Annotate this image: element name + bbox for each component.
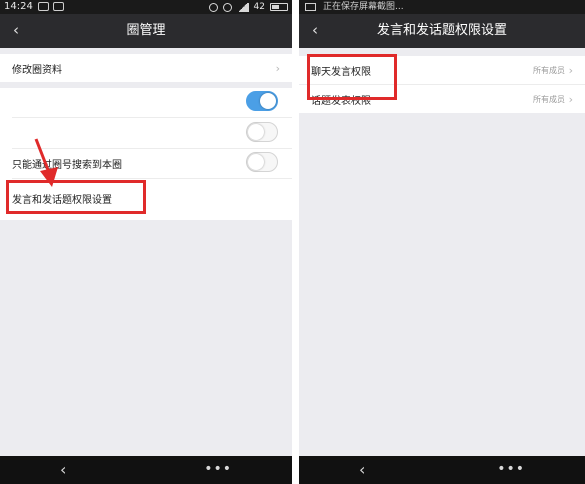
wifi-icon — [222, 2, 232, 12]
row-value: 所有成员 — [533, 94, 565, 104]
battery-level: 42 — [253, 2, 265, 12]
chevron-right-icon: › — [568, 63, 573, 77]
signal-icon — [236, 2, 249, 12]
toggle-knob — [260, 93, 276, 109]
toggle-switch-3[interactable] — [246, 152, 278, 172]
row-label: 话题发表权限 — [311, 95, 371, 107]
title-bar: ‹ 发言和发话题权限设置 — [299, 14, 585, 48]
nav-bar: ‹ ••• — [299, 456, 585, 484]
status-right: 42 — [208, 0, 288, 14]
page-title: 圈管理 — [126, 23, 166, 38]
chevron-right-icon: › — [568, 92, 573, 106]
status-time: 14:24 — [4, 1, 33, 12]
status-bar: 14:24 42 — [0, 0, 292, 14]
edit-circle-profile-row[interactable]: 修改圈资料 › — [0, 54, 292, 82]
more-dots-icon[interactable]: ••• — [497, 460, 525, 478]
topic-post-permission-row[interactable]: 话题发表权限 所有成员 › — [299, 85, 585, 113]
nav-back-icon[interactable]: ‹ — [359, 461, 365, 479]
toggle-knob — [248, 154, 264, 170]
chat-speech-permission-row[interactable]: 聊天发言权限 所有成员 › — [299, 56, 585, 84]
status-notice: 正在保存屏幕截图... — [323, 2, 404, 12]
alarm-icon — [208, 2, 218, 12]
divider — [12, 117, 292, 118]
nav-bar: ‹ ••• — [0, 456, 292, 484]
image-icon — [53, 2, 64, 11]
left-screen: 14:24 42 ‹ 圈管理 修改圈资料 › 只能通过圈号搜索到本圈 发言和发话… — [0, 0, 292, 484]
battery-icon — [270, 3, 288, 11]
toggle-knob — [248, 124, 264, 140]
loop-icon — [38, 2, 49, 11]
notification-icons — [38, 2, 64, 11]
right-screen: 正在保存屏幕截图... ‹ 发言和发话题权限设置 聊天发言权限 所有成员 › 话… — [299, 0, 585, 484]
pointer-arrow-icon — [34, 138, 58, 187]
nav-back-icon[interactable]: ‹ — [60, 461, 66, 479]
screenshot-icon — [305, 3, 316, 11]
page-title: 发言和发话题权限设置 — [376, 23, 507, 38]
row-label: 只能通过圈号搜索到本圈 — [12, 159, 122, 171]
row-label: 发言和发话题权限设置 — [12, 194, 112, 206]
more-dots-icon[interactable]: ••• — [204, 460, 232, 478]
toggle-switch-2[interactable] — [246, 122, 278, 142]
chevron-right-icon: › — [275, 61, 280, 75]
status-bar: 正在保存屏幕截图... — [299, 0, 585, 14]
title-bar: ‹ 圈管理 — [0, 14, 292, 48]
row-label: 聊天发言权限 — [311, 66, 371, 78]
toggle-switch-1[interactable] — [246, 91, 278, 111]
row-value: 所有成员 — [533, 65, 565, 75]
row-label: 修改圈资料 — [12, 64, 62, 76]
